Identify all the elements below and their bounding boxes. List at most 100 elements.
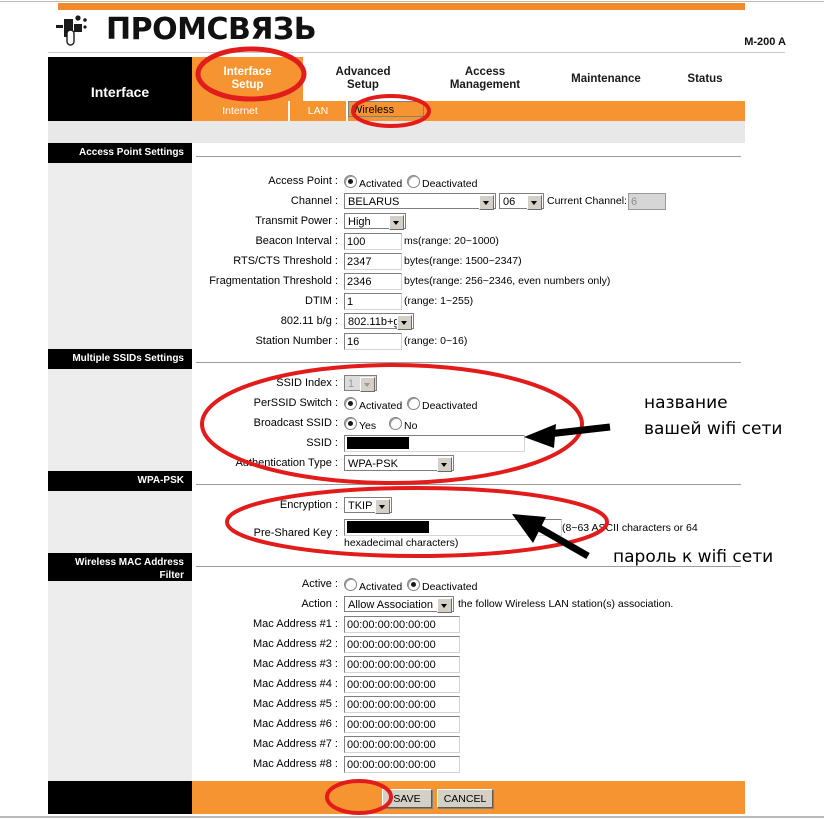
hint-station-number: (range: 0~16)	[404, 335, 468, 347]
radio-broadcast-ssid-yes[interactable]	[344, 417, 357, 430]
cancel-button-label: CANCEL	[443, 792, 487, 805]
chevron-down-icon	[375, 499, 390, 514]
hint-fragmentation-threshold: bytes(range: 256~2346, even numbers only…	[404, 275, 611, 287]
bottom-divider	[0, 816, 824, 818]
input-beacon-interval[interactable]	[344, 233, 402, 250]
subtab-internet[interactable]: Internet	[192, 101, 288, 121]
annotation-pre-shared-key: пароль к wifi сети	[613, 547, 774, 567]
label-channel: Channel :	[290, 195, 338, 207]
input-current-channel	[628, 193, 666, 210]
label-mac-address-3: Mac Address #3 :	[253, 658, 338, 670]
annotation-ssid-line1: название	[644, 393, 728, 413]
tab-access-management[interactable]: Access Management	[423, 57, 547, 101]
chevron-down-icon	[397, 315, 412, 330]
label-pre-shared-key: Pre-Shared Key :	[253, 527, 338, 539]
field-broadcast-ssid: Broadcast SSID : Yes No	[48, 414, 601, 434]
select-wireless-mode[interactable]: 802.11b+g	[344, 313, 414, 330]
input-mac-address-7[interactable]	[344, 736, 460, 753]
chevron-down-icon	[360, 377, 375, 392]
label-dtim: DTIM :	[305, 295, 338, 307]
tab-interface-setup-line1: Interface	[223, 66, 272, 78]
input-station-number[interactable]	[344, 333, 402, 350]
hint-pre-shared-key-line2: hexadecimal characters)	[344, 537, 459, 549]
select-channel-number[interactable]: 06	[499, 193, 544, 210]
input-fragmentation-threshold[interactable]	[344, 273, 402, 290]
input-mac-address-2[interactable]	[344, 636, 460, 653]
cancel-button[interactable]: CANCEL	[437, 789, 493, 808]
subtab-wireless[interactable]: Wireless	[348, 101, 424, 117]
save-button[interactable]: SAVE	[382, 789, 432, 808]
chevron-down-icon	[527, 195, 542, 210]
input-mac-address-1[interactable]	[344, 616, 460, 633]
section-header-wpa-psk: WPA-PSK	[48, 471, 192, 491]
input-mac-address-4[interactable]	[344, 676, 460, 693]
field-transmit-power: Transmit Power : High	[48, 212, 601, 232]
nav-section-label-text: Interface	[90, 84, 150, 100]
select-mac-action[interactable]: Allow Association	[344, 596, 454, 613]
tab-access-management-line2: Management	[449, 79, 521, 91]
label-ssid: SSID :	[306, 437, 338, 449]
tab-status-label: Status	[687, 72, 723, 85]
tab-status[interactable]: Status	[665, 57, 745, 101]
radio-per-ssid-activated[interactable]	[344, 397, 357, 410]
ssid-redaction-bar	[347, 437, 409, 449]
input-mac-address-3[interactable]	[344, 656, 460, 673]
field-mac-active: Active : Activated Deactivated	[48, 575, 601, 595]
field-access-point: Access Point : Activated Deactivated	[48, 172, 601, 192]
field-wireless-mode: 802.11 b/g : 802.11b+g	[48, 312, 601, 332]
select-transmit-power-value: High	[348, 216, 371, 228]
label-mac-address-6: Mac Address #6 :	[253, 718, 338, 730]
label-broadcast-ssid-no: No	[404, 420, 418, 432]
select-ssid-index[interactable]: 1	[344, 375, 377, 392]
label-per-ssid-deactivated: Deactivated	[422, 400, 478, 412]
input-dtim[interactable]	[344, 293, 402, 310]
annotation-ssid-line2: вашей wifi сети	[644, 419, 783, 439]
tab-advanced-setup-line2: Setup	[347, 79, 379, 91]
radio-access-point-activated[interactable]	[344, 175, 357, 188]
chevron-down-icon	[389, 215, 404, 230]
settings-content: Access Point Settings Access Point : Act…	[48, 143, 745, 781]
save-button-label: SAVE	[393, 792, 421, 805]
label-access-point-activated: Activated	[359, 178, 403, 190]
label-mac-address-8: Mac Address #8 :	[253, 758, 338, 770]
select-encryption[interactable]: TKIP	[344, 497, 392, 514]
field-beacon-interval: Beacon Interval : ms(range: 20~1000)	[48, 232, 601, 252]
table-row: Mac Address #5 :	[48, 695, 601, 715]
radio-mac-active-deactivated[interactable]	[407, 578, 420, 591]
radio-broadcast-ssid-no[interactable]	[389, 417, 402, 430]
radio-mac-active-activated[interactable]	[344, 578, 357, 591]
brand-header: ПРОМСВЯЗЬ	[48, 12, 448, 48]
tab-maintenance-label: Maintenance	[571, 72, 641, 85]
input-mac-address-6[interactable]	[344, 716, 460, 733]
subtab-lan-label: LAN	[307, 105, 329, 117]
label-authentication-type: Authentication Type :	[235, 457, 338, 469]
input-mac-address-8[interactable]	[344, 756, 460, 773]
brand-name: ПРОМСВЯЗЬ	[106, 12, 317, 47]
hint-dtim: (range: 1~255)	[404, 295, 474, 307]
nav-section-label: Interface	[48, 57, 192, 121]
subtab-lan[interactable]: LAN	[290, 101, 346, 121]
select-channel-country[interactable]: BELARUS	[344, 193, 496, 210]
footer-orange-block: SAVE CANCEL	[192, 781, 745, 814]
radio-per-ssid-deactivated[interactable]	[407, 397, 420, 410]
promsvyaz-logo-icon	[56, 15, 87, 46]
tab-interface-setup[interactable]: Interface Setup	[192, 57, 303, 101]
select-authentication-type[interactable]: WPA-PSK	[344, 455, 454, 472]
section-header-multiple-ssids: Multiple SSIDs Settings	[48, 349, 192, 369]
table-row: Mac Address #4 :	[48, 675, 601, 695]
select-channel-number-value: 06	[503, 196, 516, 208]
select-transmit-power[interactable]: High	[344, 213, 406, 230]
label-mac-address-2: Mac Address #2 :	[253, 638, 338, 650]
input-rts-cts-threshold[interactable]	[344, 253, 402, 270]
hint-mac-action: the follow Wireless LAN station(s) assoc…	[458, 598, 674, 610]
form-footer: SAVE CANCEL	[48, 781, 745, 814]
input-mac-address-5[interactable]	[344, 696, 460, 713]
tab-advanced-setup[interactable]: Advanced Setup	[307, 57, 419, 101]
tab-maintenance[interactable]: Maintenance	[551, 57, 661, 101]
subtab-wireless-label: Wireless	[352, 104, 395, 116]
section-header-access-point: Access Point Settings	[48, 143, 192, 163]
top-hairline	[0, 1, 824, 2]
label-beacon-interval: Beacon Interval :	[255, 235, 338, 247]
radio-access-point-deactivated[interactable]	[407, 175, 420, 188]
section-rule-wpa-psk	[196, 484, 741, 485]
